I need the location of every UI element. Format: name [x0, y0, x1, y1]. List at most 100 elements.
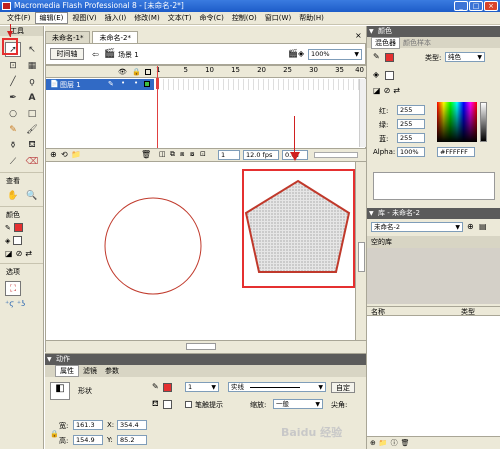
tab-properties[interactable]: 属性 — [55, 365, 79, 377]
brightness-slider[interactable] — [480, 102, 487, 142]
black-white-icon[interactable]: ◪ — [5, 249, 13, 258]
library-panel-header[interactable]: 库 - 未命名-2 — [367, 208, 500, 219]
back-arrow-icon[interactable]: ⇦ — [92, 50, 99, 59]
library-list[interactable] — [367, 316, 500, 440]
edit-symbol-icon[interactable]: ◈ — [298, 49, 304, 58]
close-doc-icon[interactable]: × — [355, 31, 362, 40]
menu-help[interactable]: 帮助(H) — [295, 13, 328, 23]
add-guide-layer-icon[interactable]: ⟲ — [61, 150, 68, 159]
onion-skin-icon[interactable]: ⧉ — [170, 150, 175, 159]
lock-dot-icon[interactable]: • — [134, 79, 138, 87]
hex-field[interactable]: #FFFFFF — [437, 147, 475, 157]
stage-h-scroll-thumb[interactable] — [186, 343, 216, 350]
snap-to-objects-icon[interactable]: ⛶ — [5, 281, 21, 296]
fill-color-picker[interactable] — [163, 400, 172, 409]
free-transform-tool-icon[interactable]: ⊡ — [5, 58, 21, 73]
stroke-color-picker[interactable] — [163, 383, 172, 392]
new-symbol-icon[interactable]: ⊕ — [370, 439, 376, 447]
tab-mixer[interactable]: 混色器 — [371, 36, 400, 49]
actions-panel-header[interactable]: 动作 — [45, 354, 366, 365]
mixer-stroke-swatch[interactable] — [385, 53, 394, 62]
ink-bottle-tool-icon[interactable]: ⚱ — [5, 138, 21, 153]
stroke-width-field[interactable]: 1 ▼ — [185, 382, 219, 392]
custom-stroke-button[interactable]: 自定 — [331, 382, 355, 393]
timeline-h-scrollbar[interactable] — [314, 152, 358, 158]
no-color-icon[interactable]: ⊘ — [384, 86, 391, 95]
new-folder-icon[interactable]: 📁 — [379, 439, 388, 447]
zoom-tool-icon[interactable]: 🔍 — [24, 188, 40, 203]
height-field[interactable]: 154.9 — [73, 435, 103, 445]
pencil-tool-icon[interactable]: ✎ — [5, 122, 21, 137]
zoom-select[interactable]: 100% ▼ — [308, 49, 362, 60]
width-field[interactable]: 161.3 — [73, 420, 103, 430]
menu-file[interactable]: 文件(F) — [3, 13, 35, 23]
delete-layer-icon[interactable]: 🗑 — [141, 150, 151, 159]
stroke-color-swatch[interactable] — [13, 223, 23, 232]
stroke-style-select[interactable]: 实线 ▼ — [228, 382, 326, 392]
scale-select[interactable]: 一般 ▼ — [273, 399, 323, 409]
properties-icon[interactable]: ⓘ — [391, 438, 398, 448]
timeline-v-scrollbar[interactable] — [359, 79, 366, 147]
menu-modify[interactable]: 修改(M) — [130, 13, 164, 23]
lasso-tool-icon[interactable]: ϙ — [24, 74, 40, 89]
pentagon-shape[interactable] — [244, 179, 351, 273]
add-layer-icon[interactable]: ⊕ — [50, 150, 57, 159]
timeline-toggle-button[interactable]: 时间轴 — [50, 48, 84, 60]
swap-colors-icon[interactable]: ⇄ — [25, 249, 32, 258]
lock-ratio-icon[interactable]: 🔒 — [50, 430, 59, 438]
fill-transform-tool-icon[interactable]: ▦ — [24, 58, 40, 73]
maximize-button[interactable]: □ — [469, 1, 483, 11]
oval-tool-icon[interactable]: ○ — [5, 106, 21, 121]
lock-layers-icon[interactable]: 🔒 — [132, 68, 141, 76]
show-hide-layers-icon[interactable]: 👁 — [118, 68, 127, 76]
edit-scene-icon[interactable]: 🎬 — [288, 49, 298, 58]
stage-v-scrollbar[interactable] — [355, 162, 366, 340]
outline-layers-icon[interactable] — [145, 69, 151, 75]
pen-tool-icon[interactable]: ✒ — [5, 90, 21, 105]
menu-commands[interactable]: 命令(C) — [195, 13, 227, 23]
delete-icon[interactable]: 🗑 — [401, 439, 410, 447]
menu-text[interactable]: 文本(T) — [164, 13, 196, 23]
eraser-tool-icon[interactable]: ⌫ — [24, 154, 40, 169]
swap-colors-icon[interactable]: ⇄ — [393, 86, 400, 95]
fill-color-swatch[interactable] — [13, 236, 23, 245]
onion-markers-icon[interactable]: ⊡ — [200, 150, 206, 158]
mixer-fill-swatch[interactable] — [385, 71, 394, 80]
edit-multiple-frames-icon[interactable]: ⧇ — [190, 150, 194, 159]
onion-outline-icon[interactable]: ⧈ — [180, 150, 184, 159]
subselection-tool-icon[interactable]: ↖ — [24, 42, 40, 57]
new-library-panel-icon[interactable]: ▤ — [479, 222, 487, 231]
rectangle-tool-icon[interactable]: □ — [24, 106, 40, 121]
outline-color-icon[interactable] — [144, 81, 150, 87]
frame-track[interactable] — [154, 79, 361, 90]
no-color-icon[interactable]: ⊘ — [16, 249, 23, 258]
straighten-icon[interactable]: ⁺ʖ — [17, 299, 25, 308]
fill-type-select[interactable]: 纯色 ▼ — [445, 52, 485, 62]
layer-row[interactable]: 📄 图层 1 ✎ • • — [46, 79, 154, 90]
smooth-icon[interactable]: ⁺ϛ — [5, 299, 14, 308]
center-frame-icon[interactable]: ◫ — [159, 150, 166, 158]
stage-canvas[interactable] — [45, 161, 367, 352]
x-field[interactable]: 354.4 — [117, 420, 147, 430]
minimize-button[interactable]: _ — [454, 1, 468, 11]
black-white-icon[interactable]: ◪ — [373, 86, 381, 95]
close-button[interactable]: × — [484, 1, 498, 11]
library-doc-select[interactable]: 未命名-2 ▼ — [371, 222, 463, 232]
menu-edit[interactable]: 编辑(E) — [34, 12, 69, 24]
stage-h-scrollbar[interactable] — [46, 340, 367, 352]
hinting-checkbox[interactable] — [185, 401, 192, 408]
alpha-field[interactable]: 100% — [397, 147, 425, 157]
menu-window[interactable]: 窗口(W) — [261, 13, 295, 23]
brush-tool-icon[interactable]: 🖌 — [24, 122, 40, 137]
pin-icon[interactable]: ⊕ — [467, 222, 474, 231]
green-field[interactable]: 255 — [397, 119, 425, 129]
paint-bucket-tool-icon[interactable]: ⛾ — [24, 138, 40, 153]
menu-view[interactable]: 视图(V) — [68, 13, 100, 23]
tab-filters[interactable]: 滤镜 — [79, 366, 101, 376]
menu-insert[interactable]: 插入(I) — [101, 13, 131, 23]
blue-field[interactable]: 255 — [397, 133, 425, 143]
tab-swatches[interactable]: 颜色样本 — [400, 38, 434, 48]
y-field[interactable]: 85.2 — [117, 435, 147, 445]
visibility-dot-icon[interactable]: • — [121, 79, 125, 87]
menu-control[interactable]: 控制(O) — [228, 13, 261, 23]
